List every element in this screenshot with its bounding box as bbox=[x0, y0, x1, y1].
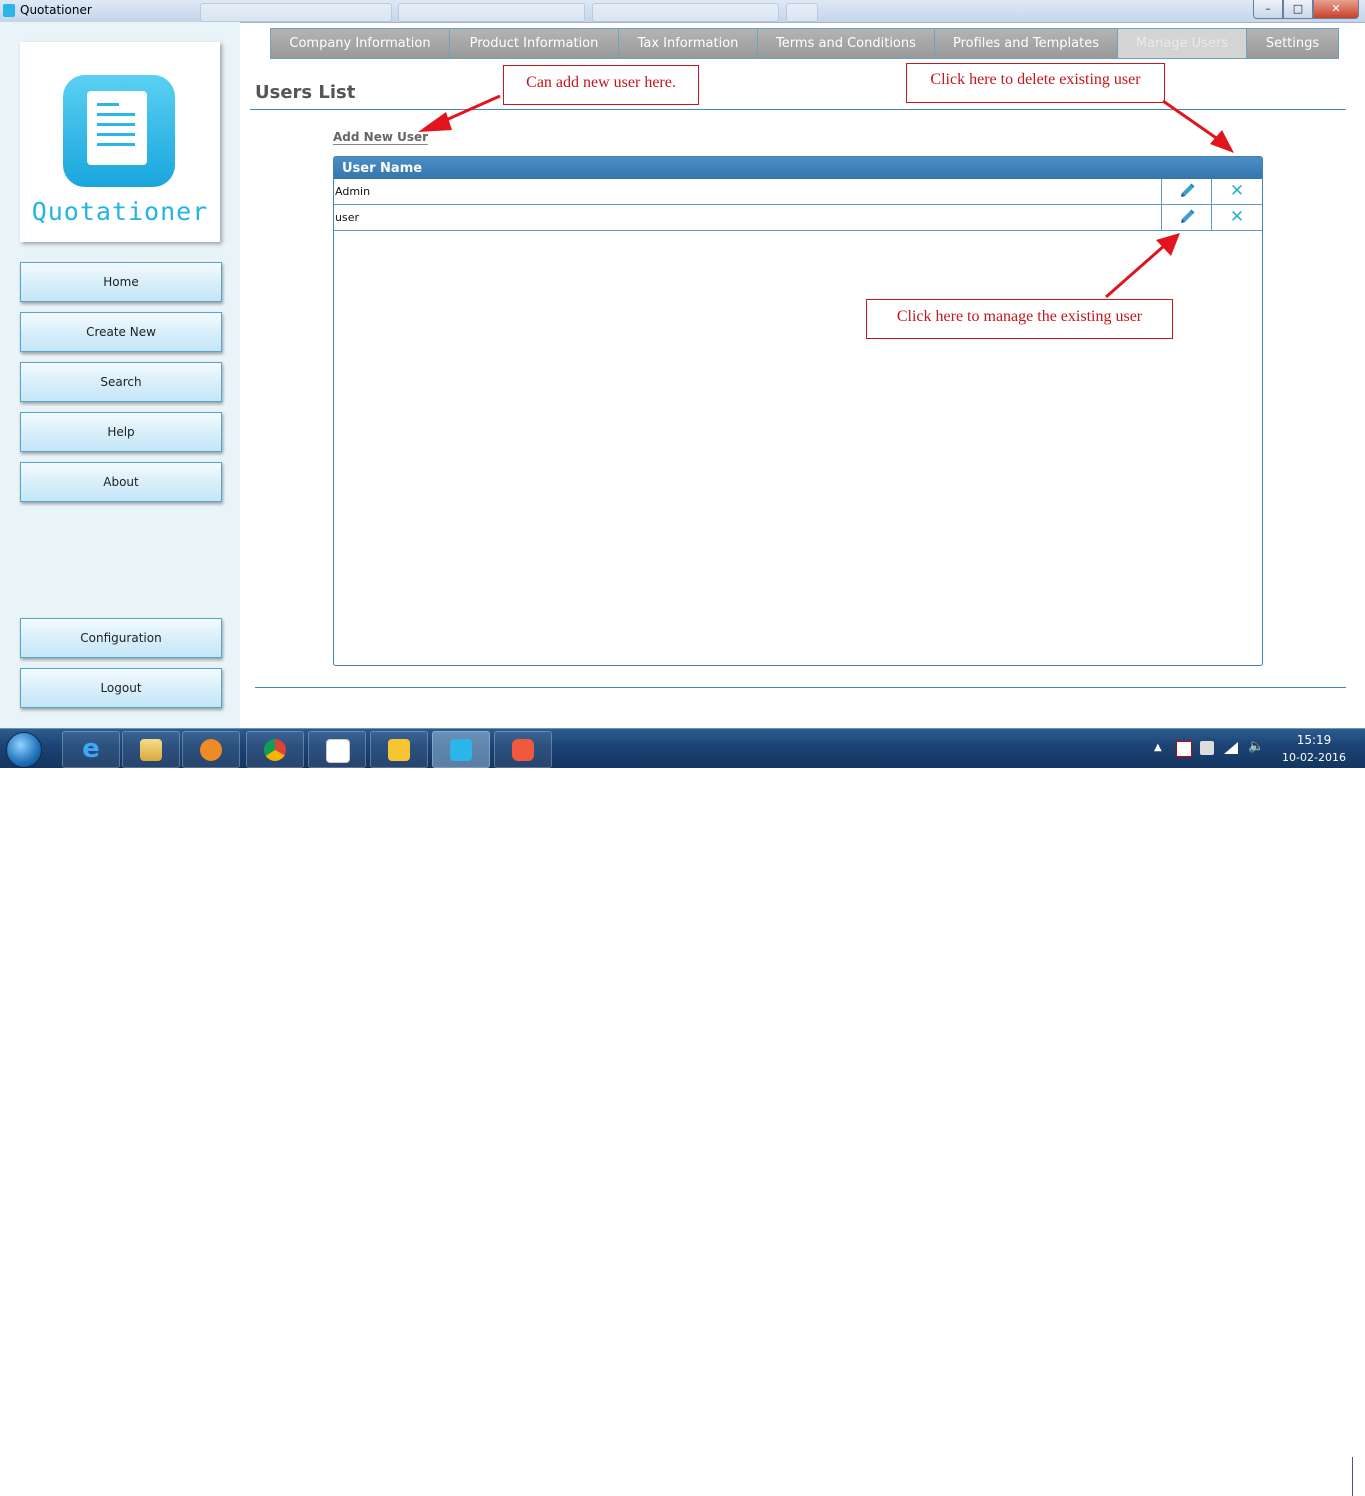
quotationer-icon bbox=[450, 739, 472, 761]
pencil-icon bbox=[1180, 209, 1194, 223]
table-row[interactable]: user ✕ bbox=[334, 205, 1262, 231]
logout-button[interactable]: Logout bbox=[20, 668, 222, 708]
annotation-delete-user: Click here to delete existing user bbox=[906, 63, 1165, 103]
tab-profiles-and-templates[interactable]: Profiles and Templates bbox=[935, 29, 1118, 58]
media-player-icon bbox=[200, 739, 222, 761]
close-button[interactable]: ✕ bbox=[1313, 0, 1359, 19]
user-name-cell: user bbox=[335, 211, 359, 224]
search-button[interactable]: Search bbox=[20, 362, 222, 402]
annotation-add-user: Can add new user here. bbox=[503, 65, 699, 105]
edit-user-button[interactable] bbox=[1161, 179, 1211, 204]
taskbar-app-media-player[interactable] bbox=[182, 731, 240, 768]
background-window-tab bbox=[592, 3, 779, 22]
column-header-user-name[interactable]: User Name bbox=[334, 157, 1262, 179]
background-window-tab bbox=[786, 3, 818, 22]
maximize-button[interactable]: □ bbox=[1283, 0, 1313, 19]
start-button[interactable] bbox=[6, 732, 42, 768]
create-new-button[interactable]: Create New bbox=[20, 312, 222, 352]
x-icon: ✕ bbox=[1229, 207, 1245, 227]
tab-settings[interactable]: Settings bbox=[1247, 29, 1338, 58]
background-window-tab bbox=[398, 3, 585, 22]
logo-text: Quotationer bbox=[31, 197, 209, 226]
taskbar-app-file-explorer[interactable] bbox=[122, 731, 180, 768]
document-logo-icon bbox=[63, 75, 175, 187]
tab-manage-users[interactable]: Manage Users bbox=[1118, 29, 1247, 58]
delete-user-button[interactable]: ✕ bbox=[1211, 179, 1262, 204]
taskbar-app-camera[interactable] bbox=[494, 731, 552, 768]
signal-strength-icon[interactable] bbox=[1224, 742, 1238, 754]
tab-tax-information[interactable]: Tax Information bbox=[619, 29, 758, 58]
arrow-add-user bbox=[418, 94, 501, 132]
minimize-button[interactable]: – bbox=[1253, 0, 1283, 19]
internet-explorer-icon: e bbox=[82, 734, 100, 764]
chrome-icon bbox=[264, 739, 286, 761]
taskbar-app-lightbulb[interactable] bbox=[370, 731, 428, 768]
edit-user-button[interactable] bbox=[1161, 205, 1211, 230]
tab-company-information[interactable]: Company Information bbox=[271, 29, 450, 58]
help-button[interactable]: Help bbox=[20, 412, 222, 452]
window-title-bar: Quotationer – □ ✕ bbox=[0, 0, 1365, 23]
taskbar-app-chrome[interactable] bbox=[246, 731, 304, 768]
configuration-button[interactable]: Configuration bbox=[20, 618, 222, 658]
settings-tabs: Company Information Product Information … bbox=[270, 28, 1339, 59]
show-hidden-icons-icon[interactable]: ▲ bbox=[1154, 742, 1168, 756]
lightbulb-icon bbox=[388, 739, 410, 761]
x-icon: ✕ bbox=[1229, 181, 1245, 201]
clock-date[interactable]: 10-02-2016 bbox=[1282, 751, 1346, 764]
sidebar: Quotationer Home Create New Search Help … bbox=[0, 22, 240, 728]
tab-product-information[interactable]: Product Information bbox=[450, 29, 619, 58]
app-icon bbox=[3, 4, 15, 17]
annotation-manage-user: Click here to manage the existing user bbox=[866, 299, 1173, 339]
about-button[interactable]: About bbox=[20, 462, 222, 502]
divider bbox=[250, 109, 1346, 110]
user-name-cell: Admin bbox=[335, 185, 371, 198]
users-grid: User Name Admin ✕ user ✕ bbox=[333, 156, 1263, 666]
window-controls: – □ ✕ bbox=[1253, 0, 1359, 19]
taskbar-app-quotationer[interactable] bbox=[432, 731, 490, 768]
pencil-icon bbox=[1180, 183, 1194, 197]
app-grid-icon bbox=[326, 739, 350, 763]
camera-app-icon bbox=[512, 739, 534, 761]
table-row[interactable]: Admin ✕ bbox=[334, 179, 1262, 205]
tab-terms-and-conditions[interactable]: Terms and Conditions bbox=[758, 29, 935, 58]
window-title: Quotationer bbox=[20, 3, 92, 17]
show-desktop-button[interactable] bbox=[1352, 1457, 1365, 1496]
flag-alert-icon[interactable] bbox=[1176, 741, 1192, 757]
clock-time[interactable]: 15:19 bbox=[1292, 733, 1336, 747]
page-title: Users List bbox=[255, 82, 356, 103]
taskbar-app-grid[interactable] bbox=[308, 731, 366, 768]
home-button[interactable]: Home bbox=[20, 262, 222, 302]
volume-icon[interactable]: 🔈 bbox=[1248, 739, 1264, 754]
app-logo: Quotationer bbox=[20, 42, 220, 242]
delete-user-button[interactable]: ✕ bbox=[1211, 205, 1262, 230]
taskbar-app-internet-explorer[interactable]: e bbox=[62, 731, 120, 768]
background-window-tab bbox=[200, 3, 392, 22]
divider bbox=[255, 687, 1346, 688]
network-device-icon[interactable] bbox=[1200, 741, 1214, 755]
file-explorer-icon bbox=[140, 739, 162, 761]
add-new-user-link[interactable]: Add New User bbox=[333, 130, 429, 145]
taskbar: e ▲ 🔈 bbox=[0, 728, 1365, 1496]
